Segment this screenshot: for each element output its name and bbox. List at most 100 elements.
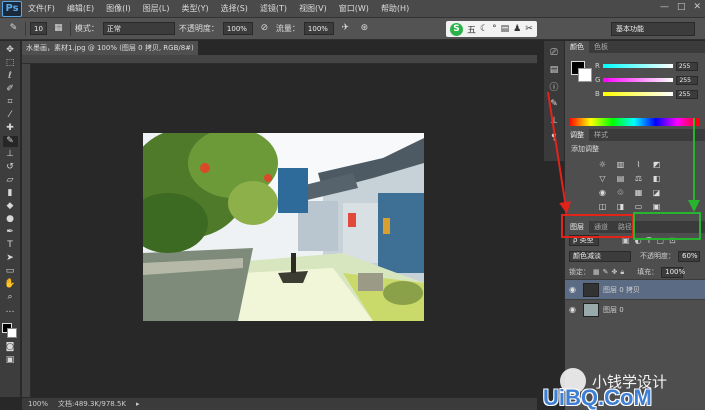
mode-select[interactable]: 正常 <box>102 22 175 35</box>
brush-panel-dock-icon[interactable]: ✎ <box>548 98 561 109</box>
ime-mode[interactable]: 五 <box>467 23 476 36</box>
panel-background-swatch[interactable] <box>578 68 592 82</box>
lock-transparent-icon[interactable]: ▦ <box>593 268 600 276</box>
moon-icon[interactable]: ☾ <box>480 24 488 34</box>
brush-size-picker[interactable]: 10 <box>30 22 47 35</box>
extra-tools-icon[interactable]: … <box>3 305 18 316</box>
color-swatches[interactable] <box>1 322 19 340</box>
menu-file[interactable]: 文件(F) <box>22 3 61 14</box>
menu-filter[interactable]: 滤镜(T) <box>254 3 293 14</box>
layer-opacity-input[interactable]: 60% <box>678 250 700 262</box>
background-color-swatch[interactable] <box>7 328 17 338</box>
menu-edit[interactable]: 编辑(E) <box>61 3 100 14</box>
menu-view[interactable]: 视图(V) <box>293 3 333 14</box>
paragraph-panel-icon[interactable]: ¶ <box>548 132 561 143</box>
menu-help[interactable]: 帮助(H) <box>375 3 415 14</box>
minimize-button[interactable]: — <box>660 2 669 12</box>
tab-styles[interactable]: 样式 <box>589 129 613 141</box>
posterize-icon[interactable]: ◫ <box>597 201 608 211</box>
crop-tool-icon[interactable]: ⌗ <box>3 97 18 108</box>
tab-adjustments[interactable]: 调整 <box>565 129 589 141</box>
info-panel-icon[interactable]: ⓘ <box>548 81 561 93</box>
document-info[interactable]: 文档:489.3K/978.5K <box>58 399 126 409</box>
pressure-opacity-icon[interactable]: ⊘ <box>257 23 272 34</box>
marquee-tool-icon[interactable]: ⬚ <box>3 58 18 69</box>
vibrance-icon[interactable]: ▽ <box>597 173 608 183</box>
flow-input[interactable]: 100% <box>303 22 334 35</box>
blue-value[interactable]: 255 <box>675 89 698 99</box>
zoom-tool-icon[interactable]: ⌕ <box>3 292 18 303</box>
levels-icon[interactable]: ▥ <box>615 159 626 169</box>
healing-tool-icon[interactable]: ✚ <box>3 123 18 134</box>
menu-image[interactable]: 图像(I) <box>100 3 137 14</box>
curves-icon[interactable]: ⌇ <box>633 159 644 169</box>
tab-swatches[interactable]: 色板 <box>589 41 613 53</box>
history-panel-icon[interactable]: ⎚ <box>548 47 561 58</box>
blend-mode-select[interactable]: 颜色减淡 <box>569 250 631 262</box>
airbrush-icon[interactable]: ✈ <box>338 23 353 34</box>
blue-slider[interactable] <box>602 92 673 96</box>
layer-name[interactable]: 图层 0 <box>603 305 624 315</box>
menu-select[interactable]: 选择(S) <box>215 3 254 14</box>
visibility-eye-icon[interactable]: ◉ <box>569 285 579 294</box>
brightness-icon[interactable]: ☼ <box>597 159 608 169</box>
path-select-tool-icon[interactable]: ➤ <box>3 253 18 264</box>
clone-source-panel-icon[interactable]: ⊥ <box>548 115 561 126</box>
quick-select-tool-icon[interactable]: ✐ <box>3 84 18 95</box>
shape-tool-icon[interactable]: ▭ <box>3 266 18 277</box>
photo-filter-icon[interactable]: ◉ <box>597 187 608 197</box>
screen-mode-icon[interactable]: ▣ <box>3 355 18 366</box>
document-tab[interactable]: 水墨画，素材1.jpg @ 100% (图层 0 拷贝, RGB/8#) <box>22 41 198 55</box>
ime-toolbar[interactable]: S 五 ☾ ° ▤ ♟ ✂ <box>446 21 537 37</box>
menu-type[interactable]: 类型(Y) <box>175 3 214 14</box>
gradient-map-icon[interactable]: ▭ <box>633 201 644 211</box>
eyedropper-tool-icon[interactable]: ⁄ <box>3 110 18 121</box>
green-slider[interactable] <box>603 78 674 82</box>
gradient-tool-icon[interactable]: ▮ <box>3 188 18 199</box>
eraser-tool-icon[interactable]: ▱ <box>3 175 18 186</box>
skin-icon[interactable]: ♟ <box>513 24 521 34</box>
invert-icon[interactable]: ◪ <box>651 187 662 197</box>
zoom-level[interactable]: 100% <box>28 400 48 408</box>
selective-color-icon[interactable]: ▣ <box>651 201 662 211</box>
brush-preset-icon[interactable]: ✎ <box>6 23 21 34</box>
channel-mixer-icon[interactable]: ♲ <box>615 187 626 197</box>
lock-move-icon[interactable]: ✥ <box>612 268 618 276</box>
visibility-eye-icon[interactable]: ◉ <box>569 305 579 314</box>
vertical-ruler[interactable] <box>22 64 31 397</box>
color-spectrum[interactable] <box>569 118 699 126</box>
blur-tool-icon[interactable]: ◆ <box>3 201 18 212</box>
brush-panel-icon[interactable]: ▦ <box>51 23 66 34</box>
horizontal-ruler[interactable] <box>22 55 537 64</box>
layer-row-copy[interactable]: ◉ 图层 0 拷贝 <box>565 279 705 299</box>
lasso-tool-icon[interactable]: ℓ <box>3 71 18 82</box>
workspace-select[interactable]: 基本功能 <box>611 22 695 36</box>
green-value[interactable]: 255 <box>676 75 699 85</box>
pen-tool-icon[interactable]: ✒ <box>3 227 18 238</box>
move-tool-icon[interactable]: ✥ <box>3 45 18 56</box>
tab-color[interactable]: 颜色 <box>565 41 589 53</box>
brush-tool-icon[interactable]: ✎ <box>2 136 18 147</box>
canvas-image[interactable] <box>143 133 424 321</box>
fill-input[interactable]: 100% <box>661 266 685 278</box>
color-balance-icon[interactable]: ⚖ <box>633 173 644 183</box>
threshold-icon[interactable]: ◨ <box>615 201 626 211</box>
maximize-button[interactable]: □ <box>677 2 686 12</box>
quick-mask-icon[interactable]: ◙ <box>3 342 18 353</box>
layer-name[interactable]: 图层 0 拷贝 <box>603 285 640 295</box>
history-brush-tool-icon[interactable]: ↺ <box>3 162 18 173</box>
red-value[interactable]: 255 <box>675 61 698 71</box>
layer-row-base[interactable]: ◉ 图层 0 <box>565 299 705 319</box>
lock-paint-icon[interactable]: ✎ <box>603 268 609 276</box>
red-slider[interactable] <box>602 64 673 68</box>
type-tool-icon[interactable]: T <box>3 240 18 251</box>
opacity-input[interactable]: 100% <box>222 22 253 35</box>
hue-sat-icon[interactable]: ▤ <box>615 173 626 183</box>
menu-layer[interactable]: 图层(L) <box>137 3 176 14</box>
hand-tool-icon[interactable]: ✋ <box>3 279 18 290</box>
clone-stamp-tool-icon[interactable]: ⊥ <box>3 149 18 160</box>
status-arrow-icon[interactable]: ▸ <box>136 400 140 408</box>
tools-icon[interactable]: ✂ <box>525 24 533 34</box>
lock-all-icon[interactable]: 🔒︎ <box>620 268 624 277</box>
color-lookup-icon[interactable]: ▦ <box>633 187 644 197</box>
